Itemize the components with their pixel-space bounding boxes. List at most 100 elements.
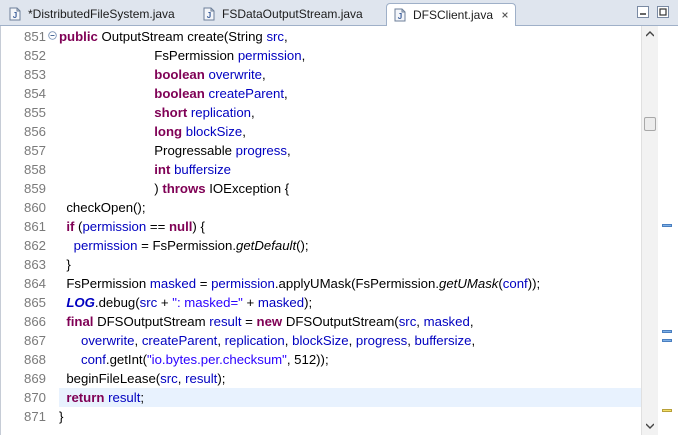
code-line[interactable]: return result;	[59, 388, 641, 407]
code-token: conf	[80, 352, 106, 367]
tab-fsdataoutputstream[interactable]: J FSDataOutputStream.java	[196, 3, 380, 25]
code-line[interactable]: int buffersize	[59, 160, 641, 179]
code-token: buffersize	[174, 162, 231, 177]
code-token: overwrite	[80, 333, 135, 348]
code-line[interactable]: FsPermission permission,	[59, 46, 641, 65]
code-token: result	[209, 314, 242, 329]
overview-ruler	[658, 26, 678, 435]
code-line[interactable]: Progressable progress,	[59, 141, 641, 160]
maximize-icon[interactable]	[656, 5, 670, 19]
code-token: ,	[469, 314, 474, 329]
code-line[interactable]: }	[59, 407, 641, 426]
code-token: OutputStream create(String	[97, 29, 267, 44]
line-number: 870	[23, 390, 46, 405]
code-line[interactable]: if (permission == null) {	[59, 217, 641, 236]
code-token: createParent	[141, 333, 218, 348]
code-token: FsPermission	[59, 48, 238, 63]
code-token: ));	[527, 276, 541, 291]
scrollbar-thumb[interactable]	[644, 117, 656, 131]
code-token: new	[256, 314, 283, 329]
code-editor[interactable]: 851 852 853 854 855 856 857 858 859 860 861 862 863 8…	[0, 26, 678, 435]
code-line[interactable]: checkOpen();	[59, 198, 641, 217]
line-number: 857	[23, 143, 46, 158]
code-line[interactable]: final DFSOutputStream result = new DFSOu…	[59, 312, 641, 331]
code-token: public	[59, 29, 98, 44]
code-token: );	[217, 371, 226, 386]
code-token: ,	[177, 371, 186, 386]
code-token: throws	[162, 181, 206, 196]
code-line[interactable]: ) throws IOException {	[59, 179, 641, 198]
code-token: );	[304, 295, 313, 310]
code-token: conf	[502, 276, 528, 291]
code-token: +	[242, 295, 258, 310]
code-line[interactable]: short replication,	[59, 103, 641, 122]
code-line[interactable]: boolean createParent,	[59, 84, 641, 103]
code-token: replication	[224, 333, 285, 348]
code-area[interactable]: public OutputStream create(String src, F…	[59, 26, 641, 435]
code-token: }	[59, 409, 64, 424]
occurrence-marker[interactable]	[662, 224, 672, 227]
code-token: int	[154, 162, 171, 177]
line-number: 871	[23, 409, 46, 424]
svg-text:J: J	[207, 11, 211, 20]
vertical-scrollbar[interactable]	[641, 26, 658, 435]
code-token: blockSize	[292, 333, 349, 348]
code-line[interactable]: beginFileLease(src, result);	[59, 369, 641, 388]
code-token: =	[241, 314, 257, 329]
code-token: LOG	[66, 295, 95, 310]
close-icon[interactable]	[501, 10, 509, 20]
code-token: ;	[140, 390, 145, 405]
code-token: ,	[134, 333, 142, 348]
scroll-down-icon[interactable]	[646, 423, 654, 429]
line-number: 851	[23, 29, 46, 44]
code-token: progress	[235, 143, 287, 158]
code-token: ,	[284, 86, 288, 101]
scroll-up-icon[interactable]	[646, 31, 654, 37]
code-line[interactable]: conf.getInt("io.bytes.per.checksum", 512…	[59, 350, 641, 369]
code-token: getUMask	[439, 276, 499, 291]
code-token: result	[185, 371, 218, 386]
code-token: .applyUMask(FsPermission.	[274, 276, 440, 291]
code-line[interactable]: boolean overwrite,	[59, 65, 641, 84]
window-controls	[636, 5, 670, 19]
code-token: = FsPermission.	[137, 238, 236, 253]
code-token: DFSOutputStream(	[282, 314, 399, 329]
code-token: "io.bytes.per.checksum"	[146, 352, 287, 367]
code-line[interactable]: overwrite, createParent, replication, bl…	[59, 331, 641, 350]
code-line[interactable]: FsPermission masked = permission.applyUM…	[59, 274, 641, 293]
line-number: 866	[23, 314, 46, 329]
code-line[interactable]: LOG.debug(src + ": masked=" + masked);	[59, 293, 641, 312]
warning-marker[interactable]	[662, 409, 672, 412]
line-number: 858	[23, 162, 46, 177]
code-line[interactable]: public OutputStream create(String src,	[59, 27, 641, 46]
code-token: ,	[242, 124, 246, 139]
svg-text:J: J	[13, 11, 17, 20]
code-token: short	[154, 105, 188, 120]
java-file-icon: J	[203, 7, 215, 21]
line-number: 869	[23, 371, 46, 386]
occurrence-marker[interactable]	[662, 339, 672, 342]
code-token: result	[108, 390, 141, 405]
code-token: permission	[82, 219, 147, 234]
code-line[interactable]: long blockSize,	[59, 122, 641, 141]
code-line[interactable]: }	[59, 255, 641, 274]
tab-distributedfilesystem[interactable]: J *DistributedFileSystem.java	[2, 3, 188, 25]
fold-collapse-icon[interactable]	[48, 31, 57, 40]
code-token: null	[168, 219, 193, 234]
occurrence-marker[interactable]	[662, 330, 672, 333]
code-token: final	[66, 314, 94, 329]
code-token: checkOpen();	[59, 200, 146, 215]
code-token: )	[59, 181, 163, 196]
code-token: long	[154, 124, 183, 139]
code-line[interactable]: permission = FsPermission.getDefault();	[59, 236, 641, 255]
code-token: ,	[262, 67, 266, 82]
line-number: 856	[23, 124, 46, 139]
tab-dfsclient[interactable]: J DFSClient.java	[386, 3, 516, 26]
code-token: DFSOutputStream	[93, 314, 210, 329]
minimize-icon[interactable]	[636, 5, 650, 19]
code-token: .getInt(	[105, 352, 147, 367]
